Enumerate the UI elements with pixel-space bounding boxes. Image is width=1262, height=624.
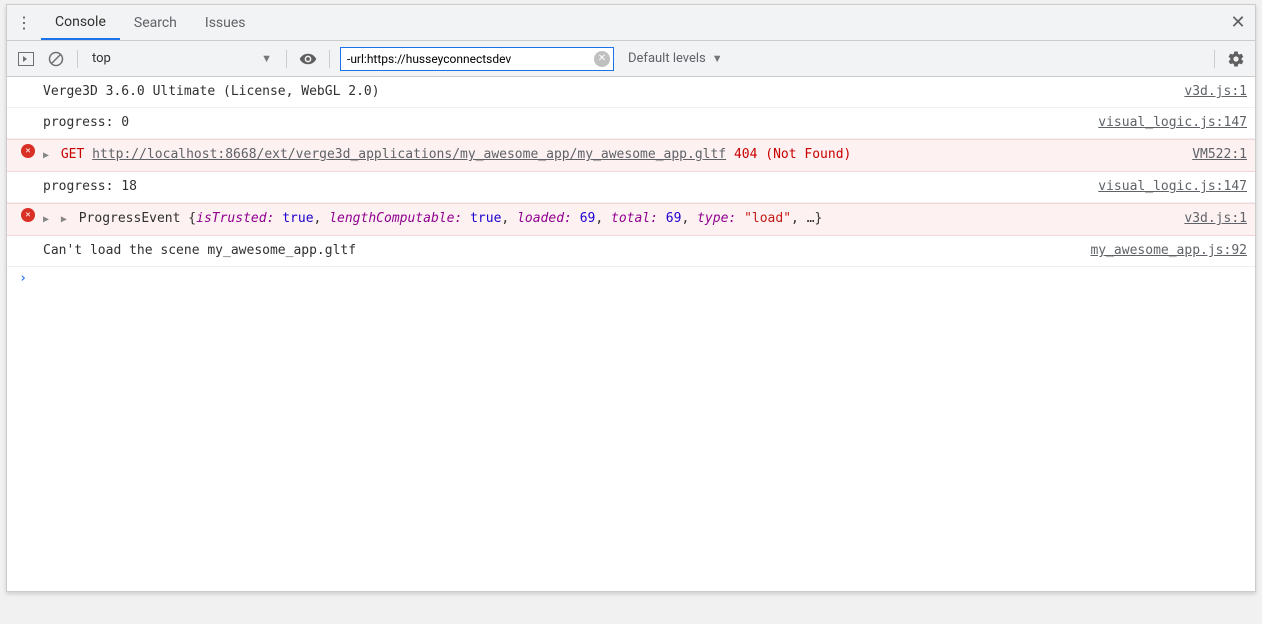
filter-input[interactable]	[347, 52, 591, 66]
request-url[interactable]: http://localhost:8668/ext/verge3d_applic…	[92, 147, 726, 162]
tab-search[interactable]: Search	[120, 5, 191, 40]
log-message: Can't load the scene my_awesome_app.gltf	[43, 240, 1078, 262]
source-link[interactable]: visual_logic.js:147	[1098, 176, 1247, 198]
console-toolbar: top ▼ ✕ Default levels ▼	[7, 41, 1255, 77]
source-link[interactable]: v3d.js:1	[1184, 208, 1247, 230]
log-entry-error: ✕ ▶ ▶ ProgressEvent {isTrusted: true, le…	[7, 203, 1255, 236]
context-label: top	[92, 51, 111, 66]
tab-console[interactable]: Console	[41, 5, 120, 40]
source-link[interactable]: v3d.js:1	[1184, 81, 1247, 103]
log-levels-selector[interactable]: Default levels ▼	[622, 51, 729, 66]
clear-filter-icon[interactable]: ✕	[594, 51, 610, 67]
devtools-panel: ⋮ Console Search Issues ✕ top ▼ ✕	[6, 4, 1256, 592]
levels-label: Default levels	[628, 51, 706, 66]
log-entry: progress: 0 visual_logic.js:147	[7, 108, 1255, 139]
divider	[77, 50, 78, 68]
console-prompt[interactable]: ›	[7, 267, 1255, 290]
disclosure-triangle-icon[interactable]: ▶	[43, 145, 49, 167]
log-entry: Can't load the scene my_awesome_app.gltf…	[7, 236, 1255, 267]
tab-issues[interactable]: Issues	[191, 5, 260, 40]
close-icon[interactable]: ✕	[1227, 12, 1249, 34]
source-link[interactable]: visual_logic.js:147	[1098, 112, 1247, 134]
log-entry: progress: 18 visual_logic.js:147	[7, 172, 1255, 203]
context-selector[interactable]: top ▼	[88, 51, 276, 66]
chevron-down-icon: ▼	[261, 52, 272, 65]
log-message: ▶ ▶ ProgressEvent {isTrusted: true, leng…	[43, 208, 1172, 231]
console-output: Verge3D 3.6.0 Ultimate (License, WebGL 2…	[7, 77, 1255, 290]
disclosure-triangle-icon[interactable]: ▶	[43, 209, 49, 231]
more-menu-icon[interactable]: ⋮	[13, 12, 35, 34]
toggle-sidebar-icon[interactable]	[15, 48, 37, 70]
log-entry-error: ✕ ▶ GET http://localhost:8668/ext/verge3…	[7, 139, 1255, 172]
prompt-caret-icon: ›	[13, 271, 33, 286]
tab-bar: ⋮ Console Search Issues ✕	[7, 5, 1255, 41]
log-message: Verge3D 3.6.0 Ultimate (License, WebGL 2…	[43, 81, 1172, 103]
chevron-down-icon: ▼	[712, 52, 723, 65]
log-entry: Verge3D 3.6.0 Ultimate (License, WebGL 2…	[7, 77, 1255, 108]
log-message: progress: 0	[43, 112, 1086, 134]
filter-input-wrapper: ✕	[340, 47, 614, 71]
divider	[286, 50, 287, 68]
error-icon: ✕	[21, 144, 35, 158]
divider	[1214, 50, 1215, 68]
clear-console-icon[interactable]	[45, 48, 67, 70]
log-message: ▶ GET http://localhost:8668/ext/verge3d_…	[43, 144, 1180, 167]
error-icon: ✕	[21, 208, 35, 222]
source-link[interactable]: my_awesome_app.js:92	[1090, 240, 1247, 262]
divider	[329, 50, 330, 68]
log-message: progress: 18	[43, 176, 1086, 198]
live-expression-icon[interactable]	[297, 48, 319, 70]
disclosure-triangle-icon[interactable]: ▶	[61, 209, 67, 231]
source-link[interactable]: VM522:1	[1192, 144, 1247, 166]
settings-icon[interactable]	[1225, 48, 1247, 70]
